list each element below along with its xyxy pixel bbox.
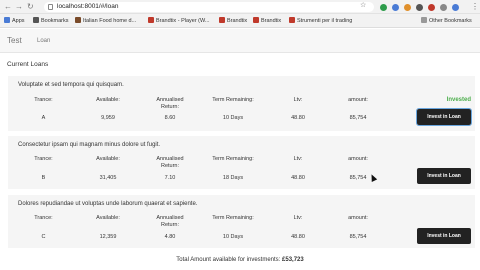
other-bookmarks[interactable]: Other Bookmarks bbox=[421, 17, 472, 25]
extension-icon[interactable] bbox=[392, 4, 399, 11]
invest-button[interactable]: Invest in Loan bbox=[417, 228, 471, 244]
site-icon bbox=[75, 17, 81, 23]
site-icon bbox=[219, 17, 225, 23]
term-value: 10 Days bbox=[222, 234, 244, 240]
loan-title: Dolores repudiandae ut voluptas unde lab… bbox=[18, 201, 198, 207]
status-badge: Invested bbox=[446, 97, 471, 103]
extension-icon[interactable] bbox=[452, 4, 459, 11]
header-tranche: Trance: bbox=[34, 215, 53, 221]
site-icon bbox=[289, 17, 295, 23]
loan-panel: Consectetur ipsam qui magnam minus dolor… bbox=[8, 136, 475, 189]
total-value: £53,723 bbox=[282, 257, 304, 263]
header-ltv: Ltv: bbox=[293, 156, 303, 162]
bookmark-apps[interactable]: Apps bbox=[4, 17, 25, 25]
header-annualised: Annualised Return: bbox=[156, 215, 184, 228]
header-amount: amount: bbox=[348, 215, 368, 221]
header-amount: amount: bbox=[348, 156, 368, 162]
url-text[interactable]: localhost:8001/#/loan bbox=[57, 3, 118, 11]
available-value: 9,959 bbox=[101, 115, 115, 121]
extension-icon[interactable] bbox=[380, 4, 387, 11]
header-tranche: Trance: bbox=[34, 97, 53, 103]
header-amount: amount: bbox=[348, 97, 368, 103]
tranche-value: A bbox=[41, 115, 46, 121]
address-bar[interactable]: localhost:8001/#/loan bbox=[44, 2, 374, 12]
brand-link[interactable]: Test bbox=[7, 36, 22, 46]
header-available: Available: bbox=[96, 156, 120, 162]
site-icon bbox=[253, 17, 259, 23]
loan-panel: Dolores repudiandae ut voluptas unde lab… bbox=[8, 195, 475, 248]
bookmark-item[interactable]: Strumenti per il trading bbox=[289, 17, 352, 25]
term-value: 18 Days bbox=[222, 175, 244, 181]
header-term: Term Remaining: bbox=[212, 97, 254, 103]
annualised-value: 4.80 bbox=[164, 234, 176, 240]
app-navbar: Test Loan bbox=[0, 29, 480, 53]
header-term: Term Remaining: bbox=[212, 215, 254, 221]
header-available: Available: bbox=[96, 215, 120, 221]
ltv-value: 48.80 bbox=[291, 175, 305, 181]
browser-menu-icon[interactable]: ⋮ bbox=[471, 2, 479, 12]
back-icon[interactable]: ← bbox=[4, 2, 12, 12]
amount-value: 85,754 bbox=[349, 234, 367, 240]
extension-icon[interactable] bbox=[404, 4, 411, 11]
forward-icon[interactable]: → bbox=[15, 2, 23, 12]
header-tranche: Trance: bbox=[34, 156, 53, 162]
loan-panel: Voluptate et sed tempora qui quisquam. I… bbox=[8, 76, 475, 131]
reload-icon[interactable]: ↻ bbox=[27, 2, 34, 12]
site-icon bbox=[148, 17, 154, 23]
nav-link-loan[interactable]: Loan bbox=[37, 37, 50, 45]
bookmark-item[interactable]: Brandtix - Player (W... bbox=[148, 17, 210, 25]
term-value: 10 Days bbox=[222, 115, 244, 121]
bookmark-item[interactable]: Bookmarks bbox=[33, 17, 69, 25]
annualised-value: 7.10 bbox=[164, 175, 176, 181]
header-annualised: Annualised Return: bbox=[156, 156, 184, 169]
bookmark-item[interactable]: Brandtix bbox=[219, 17, 247, 25]
loan-title: Consectetur ipsam qui magnam minus dolor… bbox=[18, 142, 161, 148]
available-value: 12,359 bbox=[99, 234, 117, 240]
total-available: Total Amount available for investments: … bbox=[0, 256, 480, 264]
apps-icon bbox=[4, 17, 10, 23]
tranche-value: C bbox=[41, 234, 46, 240]
header-annualised: Annualised Return: bbox=[156, 97, 184, 110]
available-value: 31,405 bbox=[99, 175, 117, 181]
extension-icon[interactable] bbox=[416, 4, 423, 11]
total-label: Total Amount available for investments: bbox=[176, 257, 281, 263]
annualised-value: 8.60 bbox=[164, 115, 176, 121]
bookmark-item[interactable]: Brandtix bbox=[253, 17, 281, 25]
header-available: Available: bbox=[96, 97, 120, 103]
bookmarks-bar: Apps Bookmarks Italian Food home d... Br… bbox=[0, 14, 480, 28]
page-title: Current Loans bbox=[7, 61, 49, 68]
browser-toolbar: ← → ↻ localhost:8001/#/loan ☆ ⋮ bbox=[0, 0, 480, 14]
header-term: Term Remaining: bbox=[212, 156, 254, 162]
invest-button[interactable]: Invest in Loan bbox=[416, 108, 472, 126]
extension-icon[interactable] bbox=[440, 4, 447, 11]
star-icon bbox=[33, 17, 39, 23]
ltv-value: 48.80 bbox=[291, 115, 305, 121]
folder-icon bbox=[421, 17, 427, 23]
header-ltv: Ltv: bbox=[293, 97, 303, 103]
loan-title: Voluptate et sed tempora qui quisquam. bbox=[18, 82, 124, 88]
extension-icon[interactable] bbox=[428, 4, 435, 11]
bookmark-item[interactable]: Italian Food home d... bbox=[75, 17, 136, 25]
tranche-value: B bbox=[41, 175, 46, 181]
info-icon[interactable] bbox=[48, 4, 53, 10]
amount-value: 85,754 bbox=[349, 115, 367, 121]
header-ltv: Ltv: bbox=[293, 215, 303, 221]
ltv-value: 48.80 bbox=[291, 234, 305, 240]
invest-button[interactable]: Invest in Loan bbox=[417, 168, 471, 184]
star-icon[interactable]: ☆ bbox=[360, 2, 366, 9]
